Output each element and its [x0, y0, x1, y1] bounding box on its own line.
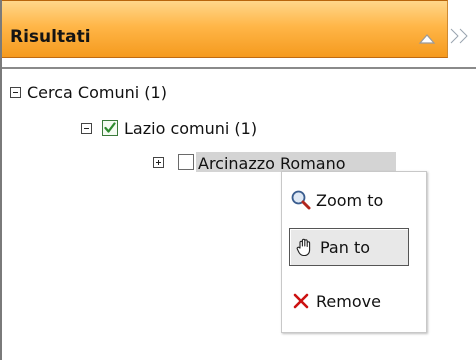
collapse-minus-icon[interactable]	[81, 122, 92, 134]
checkbox-checked[interactable]	[102, 120, 118, 136]
magnifier-icon	[290, 189, 312, 211]
tree-node-label: Lazio comuni (1)	[124, 118, 258, 138]
menu-item-remove[interactable]: Remove	[290, 290, 381, 312]
expand-plus-icon[interactable]	[153, 156, 164, 168]
hand-icon	[294, 236, 316, 258]
panel-title: Risultati	[10, 27, 91, 47]
tree-node-label: Cerca Comuni (1)	[27, 82, 167, 102]
context-menu: Zoom to Pan to Remove	[281, 171, 427, 333]
menu-item-label: Zoom to	[316, 190, 384, 210]
tree-node-label: Arcinazzo Romano	[196, 152, 396, 172]
menu-item-pan-to[interactable]: Pan to	[289, 228, 409, 266]
menu-item-label: Pan to	[320, 237, 371, 257]
collapse-triangle-icon[interactable]	[418, 31, 436, 45]
menu-item-zoom-to[interactable]: Zoom to	[290, 189, 383, 211]
menu-item-label: Remove	[316, 291, 381, 311]
red-x-icon	[290, 290, 312, 312]
tree-node-group[interactable]: Lazio comuni (1)	[81, 116, 257, 140]
double-chevron-right-icon[interactable]	[447, 22, 476, 50]
tree-node-root[interactable]: Cerca Comuni (1)	[10, 80, 167, 104]
panel-header: Risultati	[2, 0, 448, 58]
collapse-minus-icon[interactable]	[10, 86, 21, 98]
checkbox-unchecked[interactable]	[178, 154, 194, 170]
results-panel: Risultati Cerca Comuni (1) Lazio comuni …	[0, 0, 476, 362]
